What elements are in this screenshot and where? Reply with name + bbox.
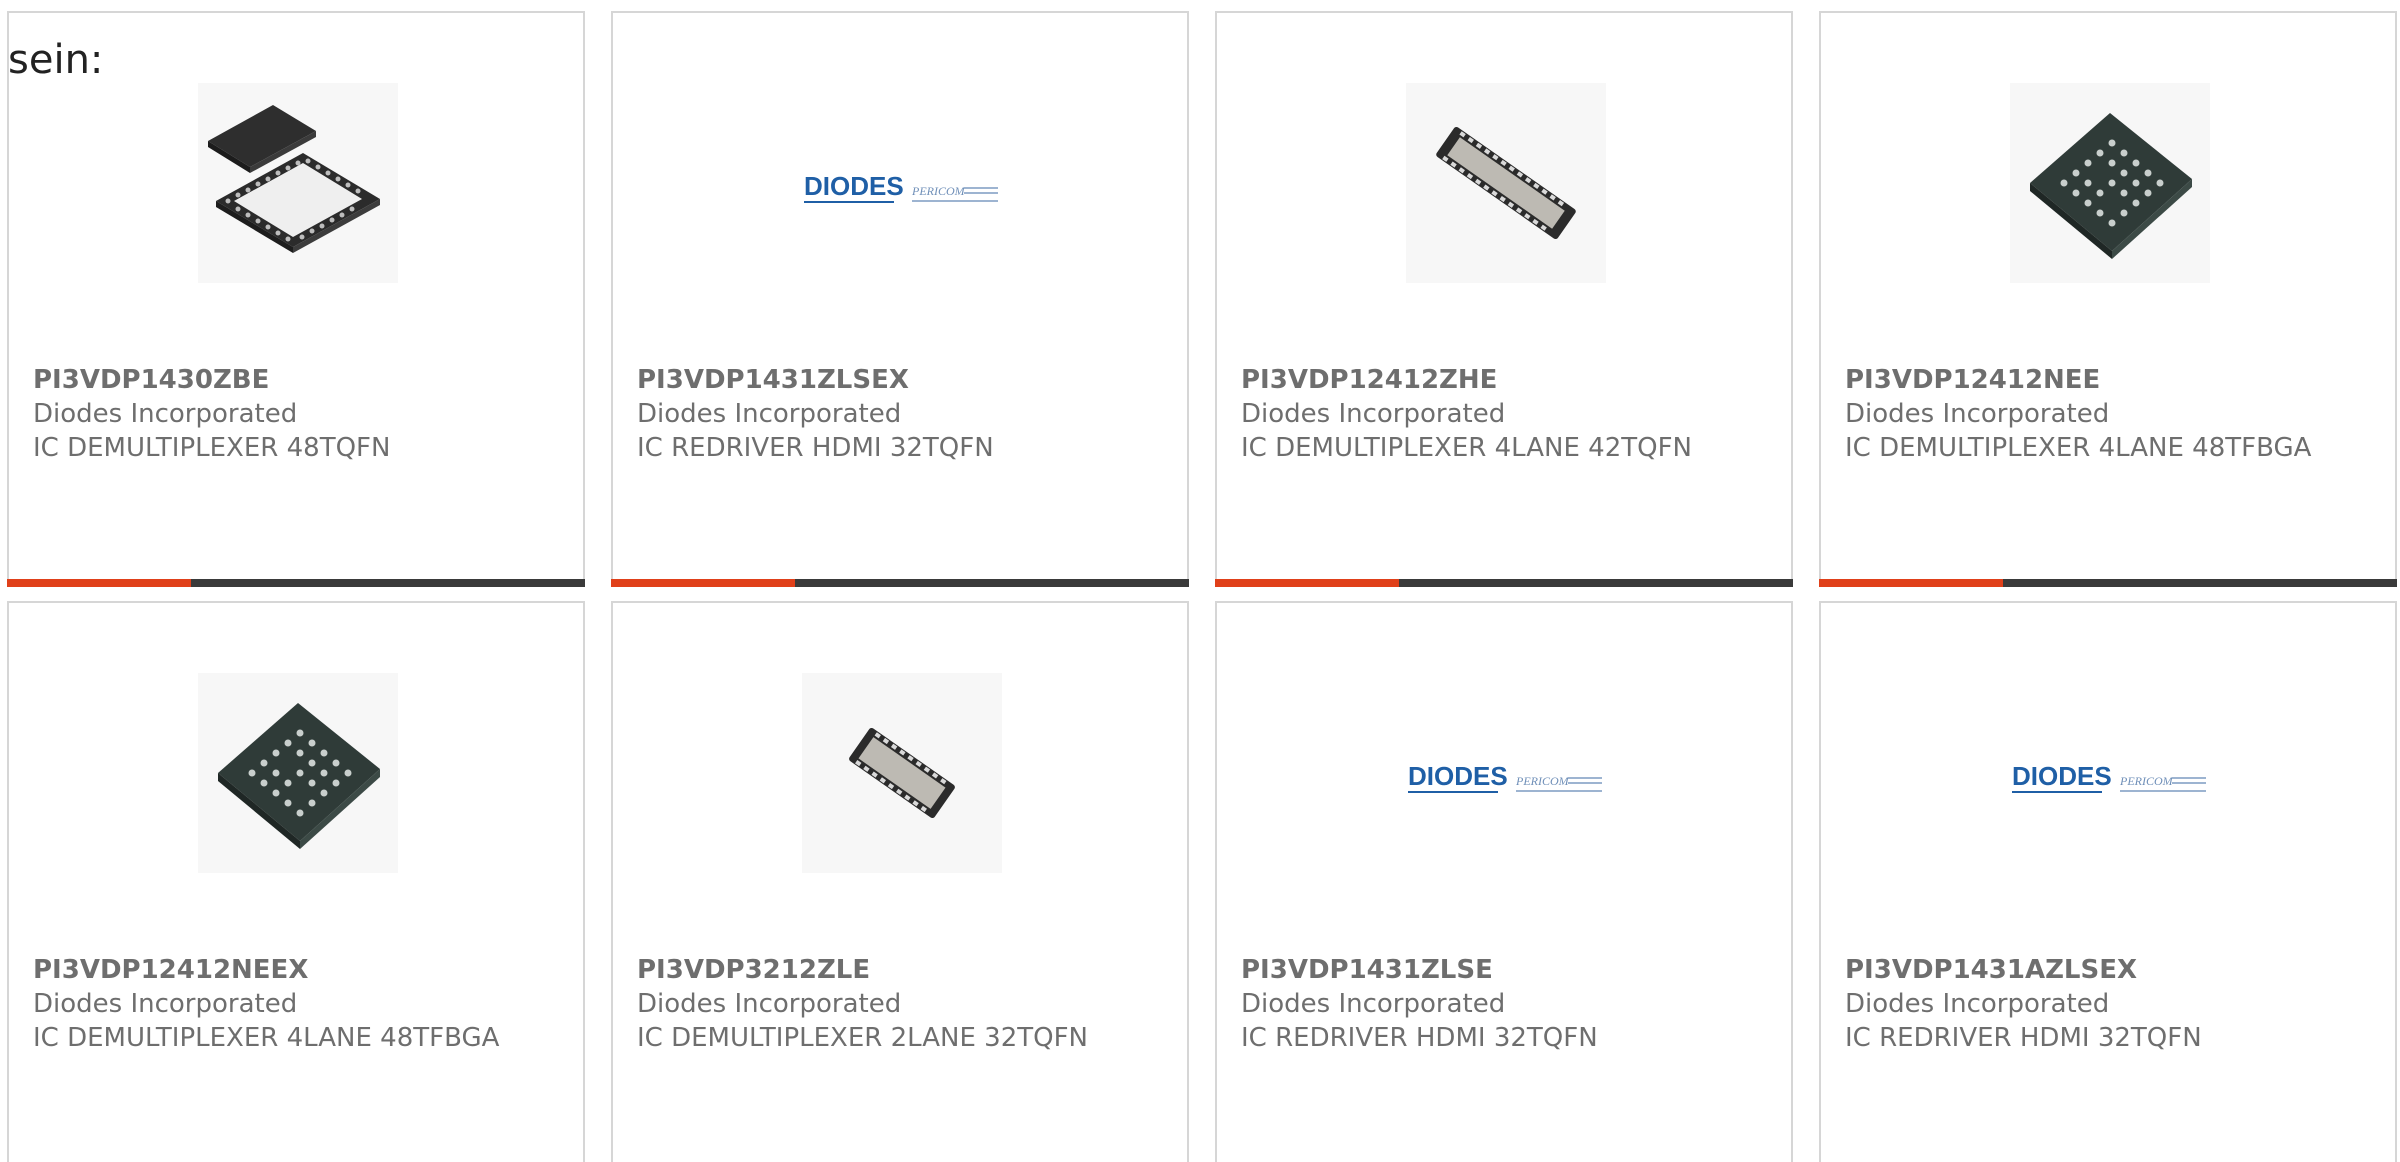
part-number[interactable]: PI3VDP1431ZLSEX — [637, 363, 1137, 397]
product-card[interactable]: PI3VDP1430ZBE Diodes Incorporated IC DEM… — [7, 11, 585, 587]
card-bottom-bar — [611, 579, 1189, 587]
description: IC DEMULTIPLEXER 4LANE 42TQFN — [1241, 433, 1693, 463]
diodes-pericom-logo[interactable]: DIODES PERICOM — [802, 83, 1002, 283]
product-card[interactable]: DIODES PERICOM PI3VDP1431AZLSEX Diodes I… — [1819, 601, 2397, 1162]
bga-package-icon[interactable] — [198, 673, 398, 873]
card-bottom-bar — [7, 579, 585, 587]
card-accent-bar — [1819, 579, 2003, 587]
manufacturer: Diodes Incorporated — [1845, 989, 2110, 1019]
product-card[interactable]: PI3VDP12412NEEX Diodes Incorporated IC D… — [7, 601, 585, 1162]
diodes-logo-text: DIODES — [2012, 761, 2112, 791]
diodes-logo-text: DIODES — [1408, 761, 1508, 791]
product-card[interactable]: DIODES PERICOM PI3VDP1431ZLSEX Diodes In… — [611, 11, 1189, 587]
description: IC REDRIVER HDMI 32TQFN — [1241, 1023, 1598, 1053]
product-card[interactable]: DIODES PERICOM PI3VDP1431ZLSE Diodes Inc… — [1215, 601, 1793, 1162]
manufacturer: Diodes Incorporated — [33, 989, 298, 1019]
product-card[interactable]: PI3VDP12412ZHE Diodes Incorporated IC DE… — [1215, 11, 1793, 587]
product-grid-page: sein: PI3VDP1430ZBE Diodes Incorporated … — [0, 0, 2400, 1162]
tqfn-package-icon[interactable] — [198, 83, 398, 283]
tqfn-strip-package-icon[interactable] — [1406, 83, 1606, 283]
manufacturer: Diodes Incorporated — [1845, 399, 2110, 429]
part-number[interactable]: PI3VDP1430ZBE — [33, 363, 533, 397]
manufacturer: Diodes Incorporated — [33, 399, 298, 429]
part-number[interactable]: PI3VDP1431AZLSEX — [1845, 953, 2345, 987]
description: IC DEMULTIPLEXER 4LANE 48TFBGA — [1845, 433, 2312, 463]
description: IC DEMULTIPLEXER 2LANE 32TQFN — [637, 1023, 1089, 1053]
product-card[interactable]: PI3VDP3212ZLE Diodes Incorporated IC DEM… — [611, 601, 1189, 1162]
diodes-pericom-logo[interactable]: DIODES PERICOM — [2010, 673, 2210, 873]
manufacturer: Diodes Incorporated — [1241, 989, 1506, 1019]
card-accent-bar — [7, 579, 191, 587]
description: IC REDRIVER HDMI 32TQFN — [1845, 1023, 2202, 1053]
card-accent-bar — [1215, 579, 1399, 587]
diodes-pericom-logo[interactable]: DIODES PERICOM — [1406, 673, 1606, 873]
card-bottom-bar — [1215, 579, 1793, 587]
manufacturer: Diodes Incorporated — [637, 989, 902, 1019]
card-accent-bar — [611, 579, 795, 587]
tqfn-strip-package-icon[interactable] — [802, 673, 1002, 873]
part-number[interactable]: PI3VDP12412ZHE — [1241, 363, 1741, 397]
part-number[interactable]: PI3VDP12412NEEX — [33, 953, 533, 987]
diodes-logo-text: DIODES — [804, 171, 904, 201]
description: IC REDRIVER HDMI 32TQFN — [637, 433, 994, 463]
pericom-logo-text: PERICOM — [911, 184, 966, 198]
part-number[interactable]: PI3VDP1431ZLSE — [1241, 953, 1741, 987]
pericom-logo-text: PERICOM — [2119, 774, 2174, 788]
product-card[interactable]: PI3VDP12412NEE Diodes Incorporated IC DE… — [1819, 11, 2397, 587]
bga-package-icon[interactable] — [2010, 83, 2210, 283]
card-bottom-bar — [1819, 579, 2397, 587]
part-number[interactable]: PI3VDP12412NEE — [1845, 363, 2345, 397]
lead-text: sein: — [8, 37, 104, 83]
description: IC DEMULTIPLEXER 4LANE 48TFBGA — [33, 1023, 500, 1053]
part-number[interactable]: PI3VDP3212ZLE — [637, 953, 1137, 987]
manufacturer: Diodes Incorporated — [1241, 399, 1506, 429]
pericom-logo-text: PERICOM — [1515, 774, 1570, 788]
description: IC DEMULTIPLEXER 48TQFN — [33, 433, 391, 463]
manufacturer: Diodes Incorporated — [637, 399, 902, 429]
